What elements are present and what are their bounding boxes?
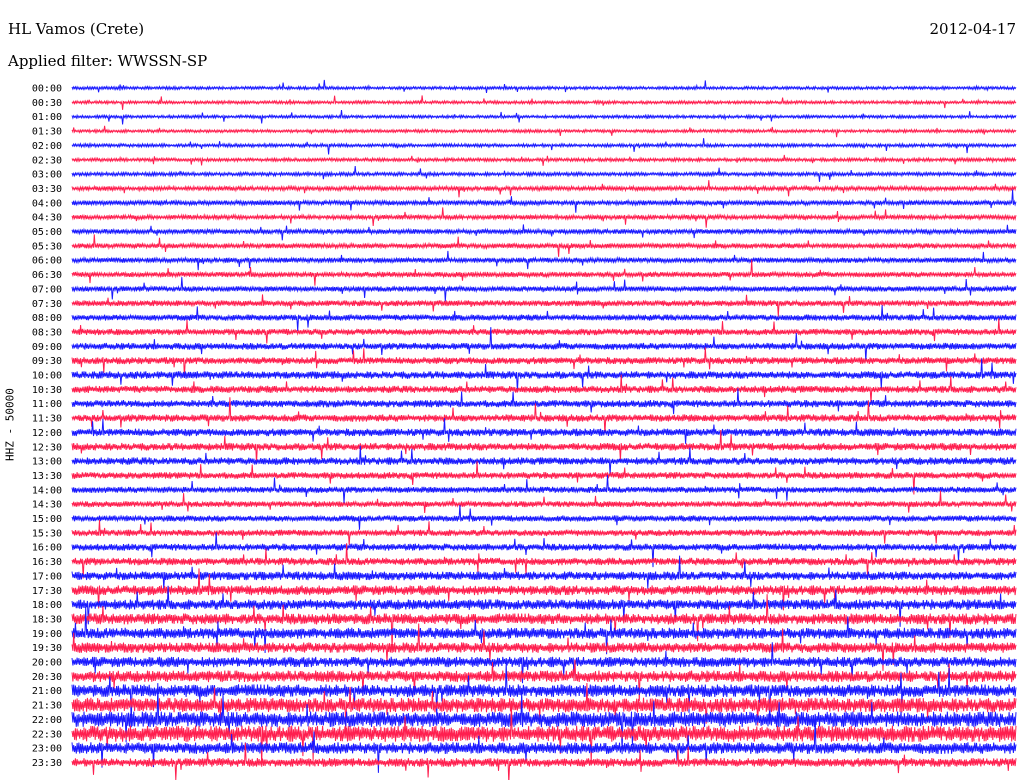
- time-tick-label: 04:30: [32, 213, 62, 224]
- time-tick-label: 00:30: [32, 98, 62, 109]
- seismogram-trace: [71, 138, 1017, 155]
- time-tick-label: 14:30: [32, 500, 62, 511]
- time-tick-label: 17:30: [32, 586, 62, 597]
- seismogram-trace: [71, 224, 1017, 241]
- seismogram-trace: [71, 703, 1017, 767]
- time-tick-label: 07:00: [32, 284, 62, 295]
- time-tick-label: 04:00: [32, 198, 62, 209]
- time-tick-label: 02:30: [32, 155, 62, 166]
- time-tick-label: 23:00: [32, 744, 62, 755]
- time-tick-label: 12:00: [32, 428, 62, 439]
- time-tick-label: 20:00: [32, 658, 62, 669]
- time-tick-label: 18:30: [32, 614, 62, 625]
- time-tick-label: 01:00: [32, 112, 62, 123]
- time-tick-label: 00:00: [32, 84, 62, 95]
- time-tick-label: 18:00: [32, 600, 62, 611]
- seismogram-trace: [71, 347, 1017, 378]
- seismogram-trace: [71, 250, 1017, 271]
- time-tick-label: 21:30: [32, 701, 62, 712]
- time-tick-label: 12:30: [32, 442, 62, 453]
- time-tick-label: 15:30: [32, 528, 62, 539]
- time-tick-label: 05:00: [32, 227, 62, 238]
- seismogram-trace: [71, 277, 1017, 302]
- time-tick-label: 14:00: [32, 485, 62, 496]
- seismogram-trace: [71, 445, 1017, 476]
- time-tick-label: 10:30: [32, 385, 62, 396]
- time-tick-label: 19:30: [32, 643, 62, 654]
- time-tick-label: 15:00: [32, 514, 62, 525]
- seismogram-trace: [71, 79, 1017, 93]
- seismogram-trace: [71, 294, 1017, 317]
- time-tick-label: 01:30: [32, 127, 62, 138]
- time-tick-label: 11:00: [32, 399, 62, 410]
- time-tick-label: 05:30: [32, 241, 62, 252]
- helicorder-plot: 00:00 00:30 01:00 01:30 02:00 02:30 03:00 03:30…: [32, 79, 1017, 780]
- time-tick-label: 22:30: [32, 729, 62, 740]
- seismogram-trace: [71, 165, 1017, 182]
- seismogram-trace: [71, 318, 1017, 344]
- seismogram-trace: [71, 180, 1017, 198]
- time-tick-label: 16:30: [32, 557, 62, 568]
- seismogram-trace: [71, 154, 1017, 166]
- time-tick-label: 13:30: [32, 471, 62, 482]
- time-tick-label: 09:30: [32, 356, 62, 367]
- seismogram-trace: [71, 490, 1017, 514]
- seismogram-trace: [71, 125, 1017, 138]
- time-tick-label: 22:00: [32, 715, 62, 726]
- time-tick-label: 23:30: [32, 758, 62, 769]
- time-tick-label: 11:30: [32, 414, 62, 425]
- time-tick-label: 07:30: [32, 299, 62, 310]
- seismogram-trace: [71, 259, 1017, 286]
- time-tick-label: 10:00: [32, 371, 62, 382]
- time-tick-label: 13:00: [32, 457, 62, 468]
- seismogram-trace: [71, 418, 1017, 444]
- time-tick-label: 08:00: [32, 313, 62, 324]
- seismogram-trace: [71, 207, 1017, 228]
- time-tick-label: 03:30: [32, 184, 62, 195]
- time-tick-label: 06:30: [32, 270, 62, 281]
- time-tick-label: 16:00: [32, 543, 62, 554]
- time-tick-label: 21:00: [32, 686, 62, 697]
- seismogram-trace: [71, 189, 1017, 213]
- seismogram-trace: [71, 305, 1017, 332]
- time-tick-label: 08:30: [32, 327, 62, 338]
- time-tick-label: 09:00: [32, 342, 62, 353]
- seismogram-trace: [71, 95, 1017, 110]
- seismogram-trace: [71, 374, 1017, 404]
- time-tick-label: 02:00: [32, 141, 62, 152]
- seismogram-trace: [71, 234, 1017, 257]
- seismogram-trace: [71, 504, 1017, 530]
- time-tick-label: 06:00: [32, 256, 62, 267]
- time-tick-label: 20:30: [32, 672, 62, 683]
- time-tick-label: 03:00: [32, 170, 62, 181]
- seismogram-trace: [71, 110, 1017, 125]
- time-tick-label: 17:00: [32, 571, 62, 582]
- time-tick-label: 19:00: [32, 629, 62, 640]
